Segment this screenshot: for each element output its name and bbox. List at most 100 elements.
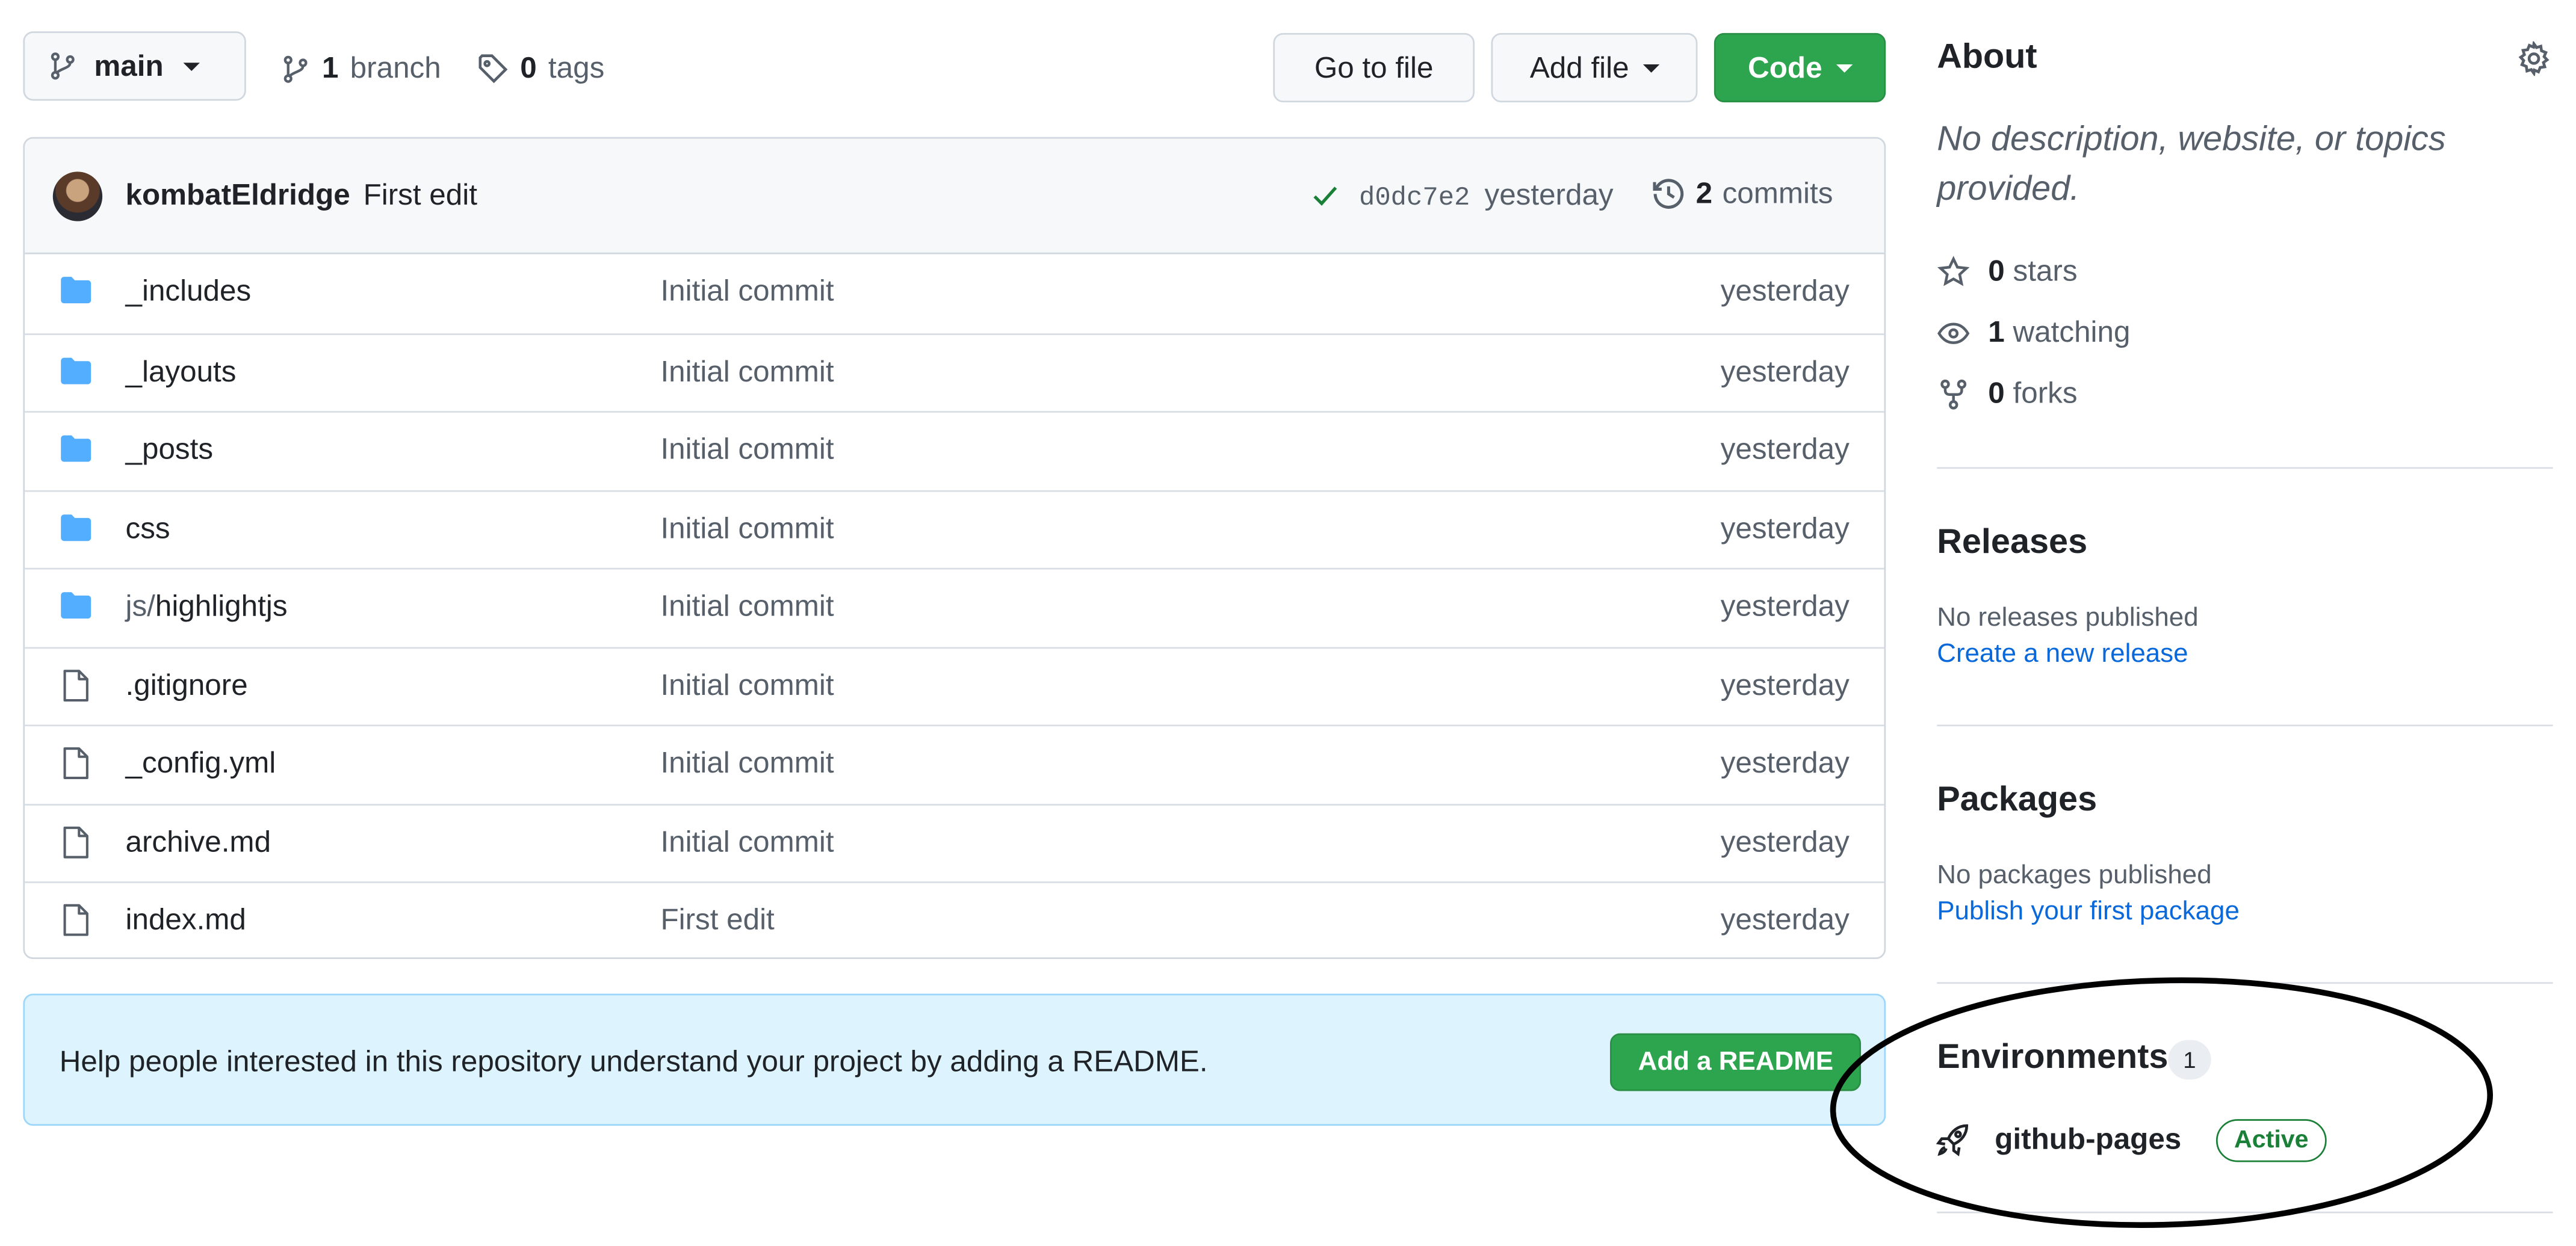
folder-icon	[60, 434, 93, 463]
file-browser: kombatEldridge First edit d0dc7e2 yester…	[23, 137, 1886, 960]
stars-label: stars	[2013, 254, 2078, 288]
file-name-link[interactable]: _layouts	[126, 354, 237, 389]
file-age: yesterday	[1720, 589, 1850, 623]
avatar[interactable]	[52, 171, 103, 221]
folder-icon	[60, 513, 93, 541]
tag-icon	[477, 53, 509, 84]
file-commit-message[interactable]: Initial commit	[660, 274, 834, 309]
sidebar-divider	[1937, 467, 2553, 469]
watching-link[interactable]: 1 watching	[1937, 315, 2130, 350]
stars-count: 0	[1988, 254, 2005, 288]
file-name: _config.yml	[125, 746, 276, 779]
branch-count: 1	[322, 51, 339, 84]
branch-name: main	[94, 48, 164, 82]
file-name-link[interactable]: js/highlightjs	[126, 589, 288, 624]
file-commit-message[interactable]: Initial commit	[660, 746, 834, 781]
about-description-line2: provided.	[1937, 170, 2080, 208]
tag-count: 0	[520, 51, 537, 84]
commit-sha[interactable]: d0dc7e2	[1359, 184, 1470, 213]
forks-count: 0	[1988, 376, 2005, 410]
file-commit-message[interactable]: Initial commit	[660, 589, 834, 624]
commit-age: yesterday	[1484, 178, 1614, 212]
fork-icon	[1937, 377, 1970, 410]
tags-link[interactable]: 0 tags	[477, 51, 604, 86]
readme-banner: Help people interested in this repositor…	[23, 993, 1886, 1126]
go-to-file-label: Go to file	[1314, 50, 1434, 84]
file-row[interactable]: _config.yml Initial commit yesterday	[25, 724, 1884, 803]
file-name-link[interactable]: .gitignore	[126, 668, 248, 703]
file-name: highlightjs	[155, 589, 288, 623]
file-name-link[interactable]: index.md	[126, 903, 246, 938]
file-name-link[interactable]: archive.md	[126, 824, 271, 859]
branches-link[interactable]: 1 branch	[280, 51, 441, 86]
latest-commit-bar: kombatEldridge First edit d0dc7e2 yester…	[25, 138, 1884, 254]
repository-page: main 1 branch 0 tags Go to file Add file…	[0, 0, 2576, 1246]
annotation-ellipse	[1830, 977, 2493, 1228]
file-commit-message[interactable]: Initial commit	[660, 433, 834, 467]
readme-banner-text: Help people interested in this repositor…	[59, 1044, 1208, 1078]
file-age: yesterday	[1720, 667, 1850, 701]
file-name-link[interactable]: _includes	[126, 274, 252, 309]
forks-link[interactable]: 0 forks	[1937, 376, 2078, 412]
publish-package-link[interactable]: Publish your first package	[1937, 898, 2240, 928]
branch-icon	[280, 54, 310, 83]
about-description-line1: No description, website, or topics	[1937, 120, 2446, 159]
add-file-button[interactable]: Add file	[1491, 32, 1698, 103]
file-commit-message[interactable]: Initial commit	[660, 511, 834, 546]
file-name-link[interactable]: css	[126, 511, 170, 546]
chevron-down-icon	[1642, 63, 1659, 72]
file-name: _layouts	[125, 354, 237, 387]
file-row[interactable]: index.md First edit yesterday	[25, 881, 1884, 957]
file-age: yesterday	[1720, 432, 1850, 466]
star-icon	[1937, 254, 1970, 288]
file-name: index.md	[125, 902, 246, 936]
file-age: yesterday	[1720, 902, 1850, 936]
file-commit-message[interactable]: Initial commit	[660, 354, 834, 389]
chevron-down-icon	[183, 61, 200, 70]
file-row[interactable]: js/highlightjs Initial commit yesterday	[25, 567, 1884, 646]
check-icon	[1311, 182, 1339, 210]
file-commit-message[interactable]: Initial commit	[660, 668, 834, 703]
file-name: .gitignore	[125, 667, 248, 701]
code-button[interactable]: Code	[1714, 32, 1886, 103]
file-name: css	[125, 511, 170, 544]
commit-author[interactable]: kombatEldridge	[126, 178, 350, 213]
file-age: yesterday	[1720, 511, 1850, 544]
file-age: yesterday	[1720, 746, 1850, 779]
stars-link[interactable]: 0 stars	[1937, 254, 2078, 289]
commit-count: 2	[1695, 176, 1713, 210]
file-row[interactable]: _includes Initial commit yesterday	[25, 254, 1884, 333]
branch-label: branch	[350, 51, 441, 84]
file-name-link[interactable]: _config.yml	[126, 746, 276, 781]
file-name-link[interactable]: _posts	[126, 433, 214, 467]
releases-empty-text: No releases published	[1937, 604, 2199, 632]
history-icon	[1652, 177, 1686, 212]
file-row[interactable]: archive.md Initial commit yesterday	[25, 803, 1884, 881]
file-name: archive.md	[125, 824, 271, 858]
chevron-down-icon	[1835, 63, 1852, 72]
file-row[interactable]: _posts Initial commit yesterday	[25, 411, 1884, 489]
commit-message[interactable]: First edit	[364, 178, 477, 213]
gear-icon[interactable]	[2516, 41, 2551, 76]
file-row[interactable]: _layouts Initial commit yesterday	[25, 332, 1884, 411]
packages-empty-text: No packages published	[1937, 862, 2212, 890]
folder-icon	[60, 591, 93, 619]
file-name: _includes	[125, 274, 252, 307]
create-release-link[interactable]: Create a new release	[1937, 641, 2188, 670]
file-row[interactable]: css Initial commit yesterday	[25, 489, 1884, 567]
file-age: yesterday	[1720, 824, 1850, 858]
packages-heading[interactable]: Packages	[1937, 781, 2097, 821]
about-heading: About	[1937, 38, 2037, 76]
file-row[interactable]: .gitignore Initial commit yesterday	[25, 646, 1884, 724]
file-commit-message[interactable]: Initial commit	[660, 824, 834, 859]
branch-icon	[48, 51, 78, 81]
file-commit-message[interactable]: First edit	[660, 903, 774, 938]
releases-heading[interactable]: Releases	[1937, 523, 2087, 563]
branch-select-button[interactable]: main	[23, 31, 246, 101]
forks-label: forks	[2013, 376, 2078, 410]
commits-history-link[interactable]: 2 commits	[1652, 177, 1833, 212]
file-icon	[61, 903, 91, 938]
folder-icon	[60, 276, 93, 304]
go-to-file-button[interactable]: Go to file	[1273, 32, 1475, 103]
file-icon	[61, 668, 91, 703]
